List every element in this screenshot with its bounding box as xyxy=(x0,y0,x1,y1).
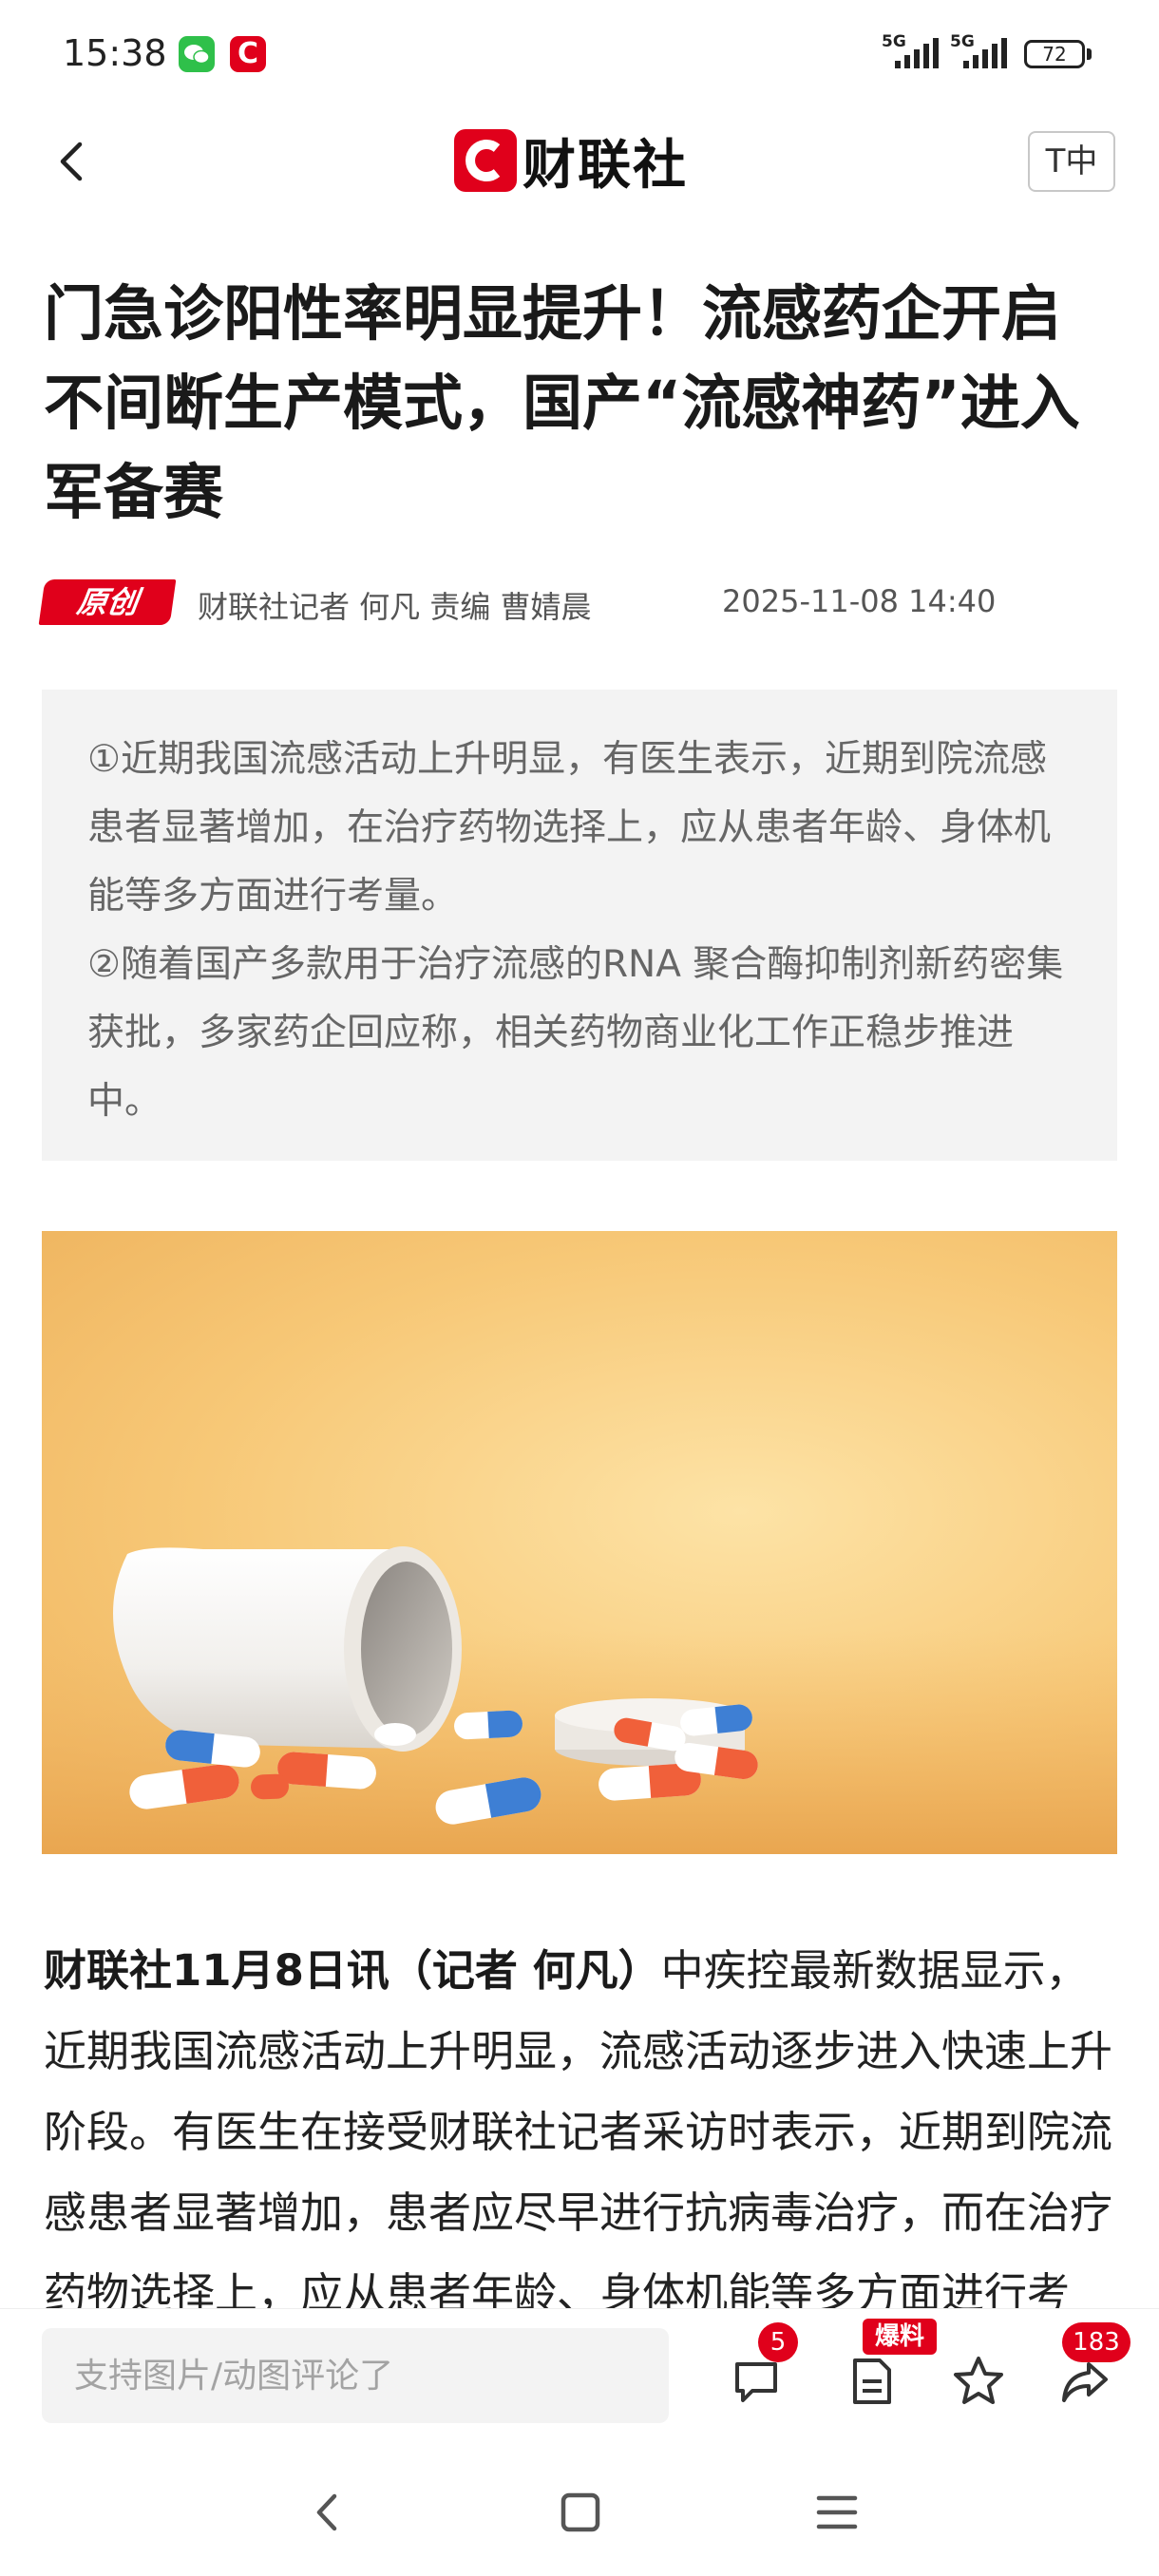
hero-image[interactable] xyxy=(42,1231,1117,1854)
comment-count-badge: 5 xyxy=(758,2322,798,2362)
summary-point-2: ②随着国产多款用于治疗流感的RNA 聚合酶抑制剂新药密集获批，多家药企回应称，相… xyxy=(87,943,1064,1123)
cls-notification-icon: C xyxy=(230,36,266,72)
report-icon xyxy=(853,2358,891,2404)
logo-text: 财联社 xyxy=(522,134,688,197)
article-header: 财联社 T中 xyxy=(0,114,1159,209)
status-bar: 15:38 C 5G 5G 72 xyxy=(0,0,1159,114)
system-nav-bar xyxy=(0,2441,1159,2576)
tip-badge: 爆料 xyxy=(863,2319,937,2355)
report-button[interactable] xyxy=(844,2353,901,2410)
summary-point-1: ①近期我国流感活动上升明显，有医生表示，近期到院流感患者显著增加，在治疗药物选择… xyxy=(87,738,1052,918)
nav-menu-icon xyxy=(816,2495,858,2529)
logo-mark-icon xyxy=(454,129,517,192)
publish-datetime: 2025-11-08 14:40 xyxy=(722,583,997,619)
nav-menu-button[interactable] xyxy=(804,2479,870,2546)
article-title: 门急诊阳性率明显提升！流感药企开启不间断生产模式，国产“流感神药”进入军备赛 xyxy=(44,279,1080,527)
favorite-button[interactable] xyxy=(950,2353,1007,2410)
wechat-notification-icon xyxy=(179,36,215,72)
signal-1-label: 5G xyxy=(882,32,906,51)
star-icon xyxy=(954,2357,1003,2404)
comment-bar: 5 爆料 183 xyxy=(0,2308,1159,2442)
body-paragraph: 中疾控最新数据显示，近期我国流感活动上升明显，流感活动逐步进入快速上升阶段。有医… xyxy=(44,1945,1113,2308)
nav-home-button[interactable] xyxy=(547,2479,614,2546)
body-dateline: 财联社11月8日讯（记者 何凡） xyxy=(44,1945,661,1996)
signal-2-icon: 5G xyxy=(950,32,1018,76)
article-summary: ①近期我国流感活动上升明显，有医生表示，近期到院流感患者显著增加，在治疗药物选择… xyxy=(42,690,1117,1161)
nav-home-icon xyxy=(560,2492,600,2532)
article-body: 财联社11月8日讯（记者 何凡）中疾控最新数据显示，近期我国流感活动上升明显，流… xyxy=(44,1930,1117,2308)
back-button[interactable] xyxy=(46,133,103,190)
status-time: 15:38 xyxy=(63,32,167,74)
article-meta: 原创 财联社记者 何凡 责编 曹婧晨 2025-11-08 14:40 xyxy=(38,578,1125,625)
nav-back-icon xyxy=(316,2493,337,2531)
pill-bottle-illustration xyxy=(42,1546,1117,1854)
back-icon xyxy=(60,142,83,181)
original-badge: 原创 xyxy=(38,579,177,625)
author-line: 财联社记者 何凡 责编 曹婧晨 xyxy=(198,589,592,625)
nav-back-button[interactable] xyxy=(294,2479,361,2546)
signal-2-label: 5G xyxy=(950,32,975,51)
cls-logo: 财联社 xyxy=(454,127,688,197)
share-count-badge: 183 xyxy=(1062,2322,1130,2362)
battery-tip xyxy=(1087,48,1092,60)
signal-1-icon: 5G xyxy=(882,32,950,76)
comment-input[interactable] xyxy=(42,2328,669,2423)
font-size-button[interactable]: T中 xyxy=(1028,131,1115,192)
battery-icon: 72 xyxy=(1024,40,1085,68)
